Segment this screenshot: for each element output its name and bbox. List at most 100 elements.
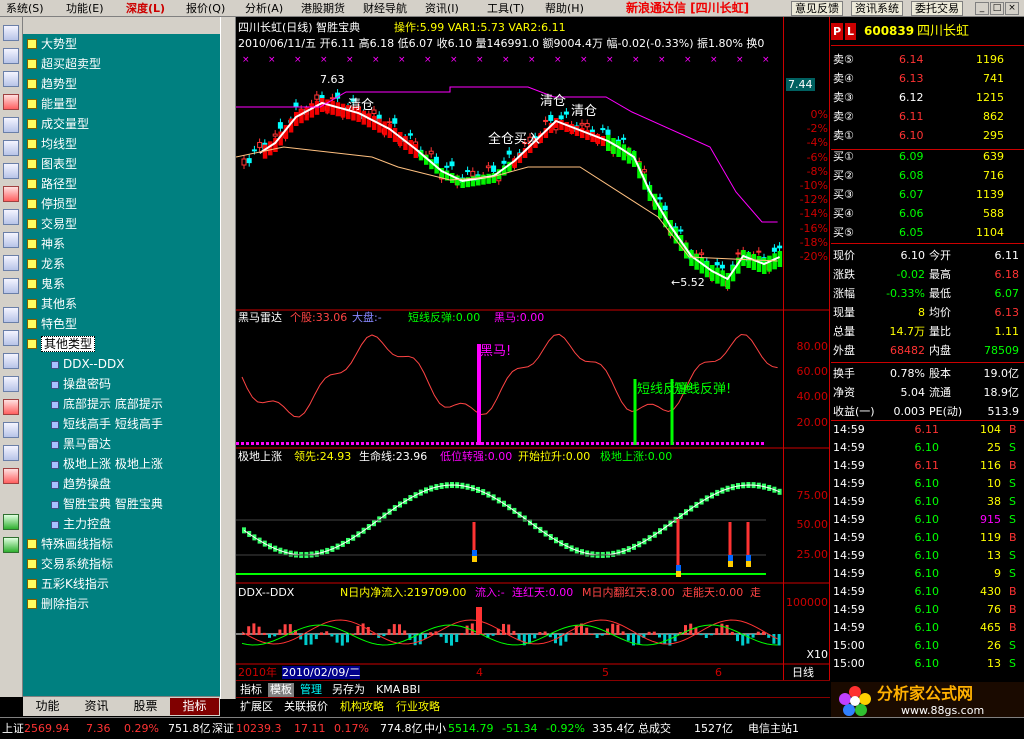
tree-header (23, 17, 220, 34)
info-system-button[interactable]: 资讯系统 (851, 1, 903, 16)
tree-item[interactable]: 路径型 (27, 174, 77, 194)
tab-related-quote[interactable]: 关联报价 (282, 700, 330, 714)
tab-indicator[interactable]: 指标 (238, 683, 264, 697)
tree-item[interactable]: 其他类型 (27, 334, 96, 354)
tab-template[interactable]: 模板 (268, 683, 294, 697)
tree-item[interactable]: 其他系 (27, 294, 77, 314)
menu-function[interactable]: 功能(E) (66, 1, 104, 16)
users-icon[interactable] (3, 209, 19, 225)
menu-bar: 系统(S) 功能(E) 深度(L) 报价(Q) 分析(A) 港股期货 财经导航 … (0, 0, 1024, 17)
folder-icon (27, 339, 37, 349)
formula-icon (51, 361, 59, 369)
rsi-icon[interactable] (3, 330, 19, 346)
menu-finance-nav[interactable]: 财经导航 (363, 1, 407, 16)
arrow-up-icon[interactable] (3, 514, 19, 530)
trade-button[interactable]: 委托交易 (911, 1, 963, 16)
tree-item[interactable]: 交易系统指标 (27, 554, 113, 574)
wave-icon[interactable] (3, 307, 19, 323)
tree-sub-item[interactable]: 主力控盘 (51, 514, 111, 534)
export-icon[interactable] (3, 445, 19, 461)
scale-label: 40.00 (796, 390, 829, 403)
table-icon[interactable] (3, 117, 19, 133)
tree-item[interactable]: 删除指示 (27, 594, 89, 614)
tree-sub-item[interactable]: 操盘密码 (51, 374, 111, 394)
tab-manage[interactable]: 管理 (298, 683, 324, 697)
tree-item[interactable]: 特色型 (27, 314, 77, 334)
dollar-icon[interactable] (3, 399, 19, 415)
sell-row: 卖③ 6.12 1215 (833, 91, 1004, 104)
ind2-v2: 大盘:- (352, 311, 382, 324)
tree-sub-item[interactable]: 趋势操盘 (51, 474, 111, 494)
window-icon[interactable] (3, 353, 19, 369)
kline-icon[interactable] (3, 94, 19, 110)
tree-item[interactable]: 鬼系 (27, 274, 65, 294)
tree-item[interactable]: 特殊画线指标 (27, 534, 113, 554)
tree-item[interactable]: 交易型 (27, 214, 77, 234)
menu-tools[interactable]: 工具(T) (487, 1, 524, 16)
tree-item[interactable]: 大势型 (27, 34, 77, 54)
menu-help[interactable]: 帮助(H) (545, 1, 584, 16)
tab-institution[interactable]: 机构攻略 (338, 700, 386, 714)
folder-icon (27, 559, 37, 569)
svg-text:×: × (242, 55, 250, 65)
tree-item[interactable]: 成交量型 (27, 114, 89, 134)
menu-hk-futures[interactable]: 港股期货 (301, 1, 345, 16)
tree-sub-item[interactable]: 极地上涨 极地上涨 (51, 454, 163, 474)
etf-icon[interactable] (3, 278, 19, 294)
tab-kma[interactable]: KMA (374, 683, 402, 697)
tree-sub-item[interactable]: DDX--DDX (51, 354, 124, 374)
tree-item[interactable]: 均线型 (27, 134, 77, 154)
minimize-icon[interactable]: _ (975, 2, 989, 15)
calc-icon[interactable] (3, 376, 19, 392)
tree-item[interactable]: 五彩K线指示 (27, 574, 109, 594)
tab-extend[interactable]: 扩展区 (238, 700, 275, 714)
tab-indicators[interactable]: 指标 (170, 698, 219, 715)
menu-system[interactable]: 系统(S) (6, 1, 44, 16)
menu-depth[interactable]: 深度(L) (126, 1, 165, 16)
zx-percent: -0.92% (546, 722, 585, 735)
line-chart-icon[interactable] (3, 71, 19, 87)
tree-item[interactable]: 停损型 (27, 194, 77, 214)
tab-industry[interactable]: 行业攻略 (394, 700, 442, 714)
fx-icon[interactable] (3, 232, 19, 248)
tab-save-as[interactable]: 另存为 (330, 683, 367, 697)
feedback-button[interactable]: 意见反馈 (791, 1, 843, 16)
chart-area[interactable]: × × × × × × × × × × × × × × × × × × × × × 四川长虹(日线) 智胜宝典 操作:5… (236, 17, 830, 680)
splitter[interactable] (220, 17, 236, 699)
scale-label: 80.00 (796, 340, 829, 353)
menu-analysis[interactable]: 分析(A) (245, 1, 283, 16)
wrench-icon[interactable] (3, 422, 19, 438)
folder-icon (27, 139, 37, 149)
server-name[interactable]: 电信主站1 (748, 722, 799, 736)
close-icon[interactable]: × (1005, 2, 1019, 15)
grid-icon[interactable] (3, 25, 19, 41)
tree-item[interactable]: 能量型 (27, 94, 77, 114)
tree-item[interactable]: 神系 (27, 234, 65, 254)
arrow-down-icon[interactable] (3, 537, 19, 553)
search-icon[interactable] (3, 255, 19, 271)
tab-stocks[interactable]: 股票 (121, 698, 170, 715)
tree-item[interactable]: 趋势型 (27, 74, 77, 94)
tab-function[interactable]: 功能 (23, 698, 72, 715)
list-icon[interactable] (3, 48, 19, 64)
tab-bbi[interactable]: BBI (400, 683, 422, 697)
tick-row: 14:59 6.10 9 S (833, 567, 1016, 580)
tree-sub-item[interactable]: 底部提示 底部提示 (51, 394, 163, 414)
menu-info[interactable]: 资讯(I) (425, 1, 459, 16)
tree-sub-item[interactable]: 智胜宝典 智胜宝典 (51, 494, 163, 514)
tree-sub-item[interactable]: 黑马雷达 (51, 434, 111, 454)
layout-icon[interactable] (3, 163, 19, 179)
tree-item[interactable]: 超买超卖型 (27, 54, 101, 74)
scale-label: 0% (810, 108, 828, 121)
report-icon[interactable] (3, 140, 19, 156)
tree-item[interactable]: 图表型 (27, 154, 77, 174)
tab-info[interactable]: 资讯 (72, 698, 121, 715)
menu-quote[interactable]: 报价(Q) (186, 1, 225, 16)
maximize-icon[interactable]: □ (990, 2, 1004, 15)
ind4-v3: 连红天:0.00 (512, 586, 574, 599)
tree-item[interactable]: 龙系 (27, 254, 65, 274)
tree-sub-item[interactable]: 短线高手 短线高手 (51, 414, 163, 434)
pencil-icon[interactable] (3, 468, 19, 484)
shield-icon[interactable] (3, 186, 19, 202)
scale-label: -10% (799, 179, 828, 192)
